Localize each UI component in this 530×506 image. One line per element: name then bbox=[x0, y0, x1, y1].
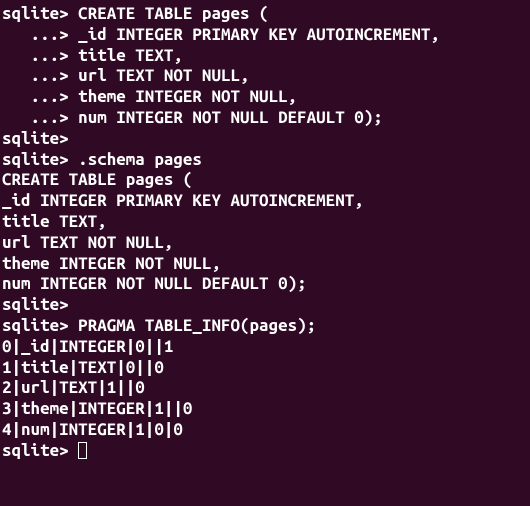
terminal-line: title TEXT, bbox=[2, 212, 528, 233]
sqlite-continuation: ...> bbox=[2, 25, 78, 44]
sqlite-continuation: ...> bbox=[2, 46, 78, 65]
terminal-line: ...> _id INTEGER PRIMARY KEY AUTOINCREME… bbox=[2, 25, 528, 46]
terminal-text: url TEXT NOT NULL, bbox=[78, 66, 249, 85]
terminal-line: num INTEGER NOT NULL DEFAULT 0); bbox=[2, 274, 528, 295]
terminal-text: 1|title|TEXT|0||0 bbox=[2, 358, 164, 377]
terminal-text: title TEXT, bbox=[78, 46, 183, 65]
terminal-line: CREATE TABLE pages ( bbox=[2, 170, 528, 191]
terminal-line: ...> theme INTEGER NOT NULL, bbox=[2, 87, 528, 108]
terminal-line: sqlite> bbox=[2, 129, 528, 150]
terminal-line: ...> url TEXT NOT NULL, bbox=[2, 66, 528, 87]
sqlite-prompt: sqlite> bbox=[2, 4, 78, 23]
terminal-text: title TEXT, bbox=[2, 212, 107, 231]
terminal-line: 2|url|TEXT|1||0 bbox=[2, 378, 528, 399]
terminal-text: _id INTEGER PRIMARY KEY AUTOINCREMENT, bbox=[2, 191, 364, 210]
terminal-line: theme INTEGER NOT NULL, bbox=[2, 254, 528, 275]
terminal-line: sqlite> PRAGMA TABLE_INFO(pages); bbox=[2, 316, 528, 337]
terminal-line: 1|title|TEXT|0||0 bbox=[2, 358, 528, 379]
sqlite-prompt: sqlite> bbox=[2, 150, 78, 169]
terminal-text: url TEXT NOT NULL, bbox=[2, 233, 173, 252]
terminal-text: 2|url|TEXT|1||0 bbox=[2, 378, 145, 397]
terminal-text: CREATE TABLE pages ( bbox=[2, 170, 192, 189]
terminal-text: num INTEGER NOT NULL DEFAULT 0); bbox=[2, 274, 307, 293]
terminal-text: theme INTEGER NOT NULL, bbox=[78, 87, 297, 106]
sqlite-continuation: ...> bbox=[2, 108, 78, 127]
sqlite-prompt: sqlite> bbox=[2, 316, 78, 335]
terminal-line: 3|theme|INTEGER|1||0 bbox=[2, 399, 528, 420]
terminal-text: _id INTEGER PRIMARY KEY AUTOINCREMENT, bbox=[78, 25, 440, 44]
terminal-text: .schema pages bbox=[78, 150, 202, 169]
terminal-line: 4|num|INTEGER|1|0|0 bbox=[2, 420, 528, 441]
terminal-text: 3|theme|INTEGER|1||0 bbox=[2, 399, 192, 418]
terminal-line: ...> num INTEGER NOT NULL DEFAULT 0); bbox=[2, 108, 528, 129]
terminal-line: url TEXT NOT NULL, bbox=[2, 233, 528, 254]
terminal-cursor-line[interactable]: sqlite> bbox=[2, 441, 528, 462]
terminal-line: sqlite> .schema pages bbox=[2, 150, 528, 171]
sqlite-prompt: sqlite> bbox=[2, 129, 78, 148]
terminal-text: CREATE TABLE pages ( bbox=[78, 4, 268, 23]
sqlite-prompt: sqlite> bbox=[2, 295, 78, 314]
terminal-output[interactable]: sqlite> CREATE TABLE pages ( ...> _id IN… bbox=[0, 0, 530, 466]
cursor-icon bbox=[78, 442, 87, 459]
terminal-text: theme INTEGER NOT NULL, bbox=[2, 254, 221, 273]
terminal-line: sqlite> CREATE TABLE pages ( bbox=[2, 4, 528, 25]
terminal-line: _id INTEGER PRIMARY KEY AUTOINCREMENT, bbox=[2, 191, 528, 212]
terminal-text: num INTEGER NOT NULL DEFAULT 0); bbox=[78, 108, 383, 127]
terminal-line: ...> title TEXT, bbox=[2, 46, 528, 67]
sqlite-prompt: sqlite> bbox=[2, 441, 78, 460]
terminal-line: 0|_id|INTEGER|0||1 bbox=[2, 337, 528, 358]
terminal-text: 0|_id|INTEGER|0||1 bbox=[2, 337, 173, 356]
terminal-text: 4|num|INTEGER|1|0|0 bbox=[2, 420, 183, 439]
sqlite-continuation: ...> bbox=[2, 87, 78, 106]
terminal-text: PRAGMA TABLE_INFO(pages); bbox=[78, 316, 316, 335]
sqlite-continuation: ...> bbox=[2, 66, 78, 85]
terminal-line: sqlite> bbox=[2, 295, 528, 316]
